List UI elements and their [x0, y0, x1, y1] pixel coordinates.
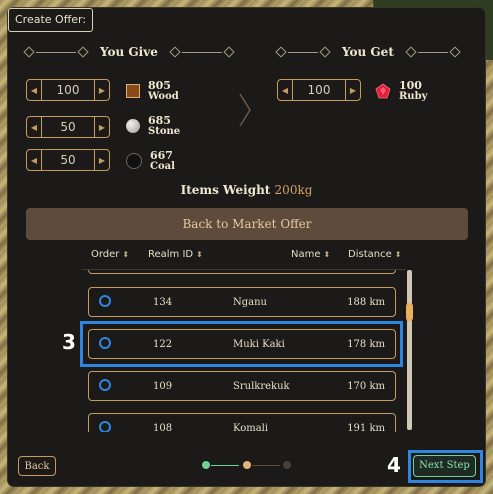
- table-row[interactable]: 134 Nganu 188 km: [88, 287, 396, 317]
- step-connector: [252, 465, 280, 466]
- scrollbar-thumb[interactable]: [406, 303, 413, 321]
- ruby-resource: 100 Ruby: [375, 80, 427, 102]
- next-step-button[interactable]: Next Step: [413, 455, 476, 477]
- wood-name: Wood: [148, 91, 179, 102]
- ruby-quantity-stepper[interactable]: ◀ 100 ▶: [277, 79, 361, 101]
- wood-icon: [126, 84, 140, 98]
- coal-name: Coal: [150, 161, 175, 172]
- distance-column-header[interactable]: Distance ⬍: [348, 249, 401, 260]
- coal-quantity-value[interactable]: 50: [42, 153, 94, 167]
- radio-icon[interactable]: [99, 295, 111, 307]
- back-button[interactable]: Back: [18, 456, 56, 476]
- realm-id-header-label: Realm ID: [148, 249, 194, 260]
- ruby-name: Ruby: [399, 91, 428, 102]
- realm-name-cell: Nganu: [233, 297, 267, 308]
- order-column-header[interactable]: Order ⬍: [91, 249, 129, 260]
- realm-name-cell: Srulkrekuk: [233, 381, 290, 392]
- realm-id-cell: 108: [153, 423, 173, 432]
- ruby-amount: 100: [399, 79, 422, 92]
- step-callout-4: 4: [387, 453, 401, 477]
- increment-icon[interactable]: ▶: [95, 80, 109, 100]
- wood-quantity-stepper[interactable]: ◀ 100 ▶: [26, 79, 110, 101]
- increment-icon[interactable]: ▶: [95, 117, 109, 137]
- wood-quantity-value[interactable]: 100: [42, 83, 94, 97]
- you-give-header: You Give: [22, 44, 236, 60]
- coal-amount: 667: [150, 149, 173, 162]
- coal-quantity-stepper[interactable]: ◀ 50 ▶: [26, 149, 110, 171]
- decrement-icon[interactable]: ◀: [278, 80, 292, 100]
- back-to-market-offer-button[interactable]: Back to Market Offer: [26, 208, 468, 240]
- selected-row-highlight: [80, 321, 403, 367]
- step-dot-3: [283, 461, 291, 469]
- step-indicator: [202, 461, 292, 471]
- items-weight-value: 200kg: [274, 183, 313, 197]
- table-row-partial[interactable]: [88, 270, 396, 274]
- sort-icon: ⬍: [122, 250, 130, 259]
- sort-icon: ⬍: [323, 250, 331, 259]
- distance-cell: 188 km: [347, 297, 385, 308]
- realm-id-column-header[interactable]: Realm ID ⬍: [148, 249, 203, 260]
- step-dot-1: [202, 461, 210, 469]
- items-weight: Items Weight 200kg: [0, 183, 493, 197]
- name-header-label: Name: [291, 249, 321, 260]
- stone-icon: [126, 119, 140, 133]
- stone-quantity-value[interactable]: 50: [42, 120, 94, 134]
- distance-cell: 170 km: [347, 381, 385, 392]
- items-weight-label: Items Weight: [180, 183, 271, 197]
- increment-icon[interactable]: ▶: [95, 150, 109, 170]
- realm-name-cell: Komali: [233, 423, 269, 432]
- ruby-quantity-value[interactable]: 100: [293, 83, 345, 97]
- order-header-label: Order: [91, 249, 120, 260]
- you-get-header: You Get: [274, 44, 462, 60]
- distance-header-label: Distance: [348, 249, 392, 260]
- name-column-header[interactable]: Name ⬍: [291, 249, 330, 260]
- realm-id-cell: 134: [153, 297, 173, 308]
- wood-amount: 805: [148, 79, 171, 92]
- stone-amount: 685: [148, 114, 171, 127]
- step-connector: [211, 465, 239, 466]
- sort-icon: ⬍: [394, 250, 402, 259]
- decrement-icon[interactable]: ◀: [27, 150, 41, 170]
- step-callout-3: 3: [62, 330, 76, 354]
- table-row[interactable]: 108 Komali 191 km: [88, 413, 396, 432]
- wood-resource: 805 Wood: [126, 80, 179, 102]
- you-give-label: You Give: [100, 45, 158, 59]
- chevron-right-icon: [239, 93, 251, 127]
- increment-icon[interactable]: ▶: [346, 80, 360, 100]
- coal-resource: 667 Coal: [126, 150, 175, 172]
- decrement-icon[interactable]: ◀: [27, 117, 41, 137]
- realm-id-cell: 109: [153, 381, 173, 392]
- table-row[interactable]: 109 Srulkrekuk 170 km: [88, 371, 396, 401]
- stone-name: Stone: [148, 126, 181, 137]
- ruby-icon: [375, 83, 391, 99]
- distance-cell: 191 km: [347, 423, 385, 432]
- window-title: Create Offer:: [8, 8, 94, 32]
- decrement-icon[interactable]: ◀: [27, 80, 41, 100]
- scrollbar-track[interactable]: [407, 270, 412, 430]
- sort-icon: ⬍: [196, 250, 203, 259]
- step-dot-2: [243, 461, 251, 469]
- you-get-label: You Get: [342, 45, 394, 59]
- radio-icon[interactable]: [99, 379, 111, 391]
- stone-quantity-stepper[interactable]: ◀ 50 ▶: [26, 116, 110, 138]
- coal-icon: [126, 153, 142, 169]
- stone-resource: 685 Stone: [126, 115, 180, 137]
- radio-icon[interactable]: [99, 421, 111, 432]
